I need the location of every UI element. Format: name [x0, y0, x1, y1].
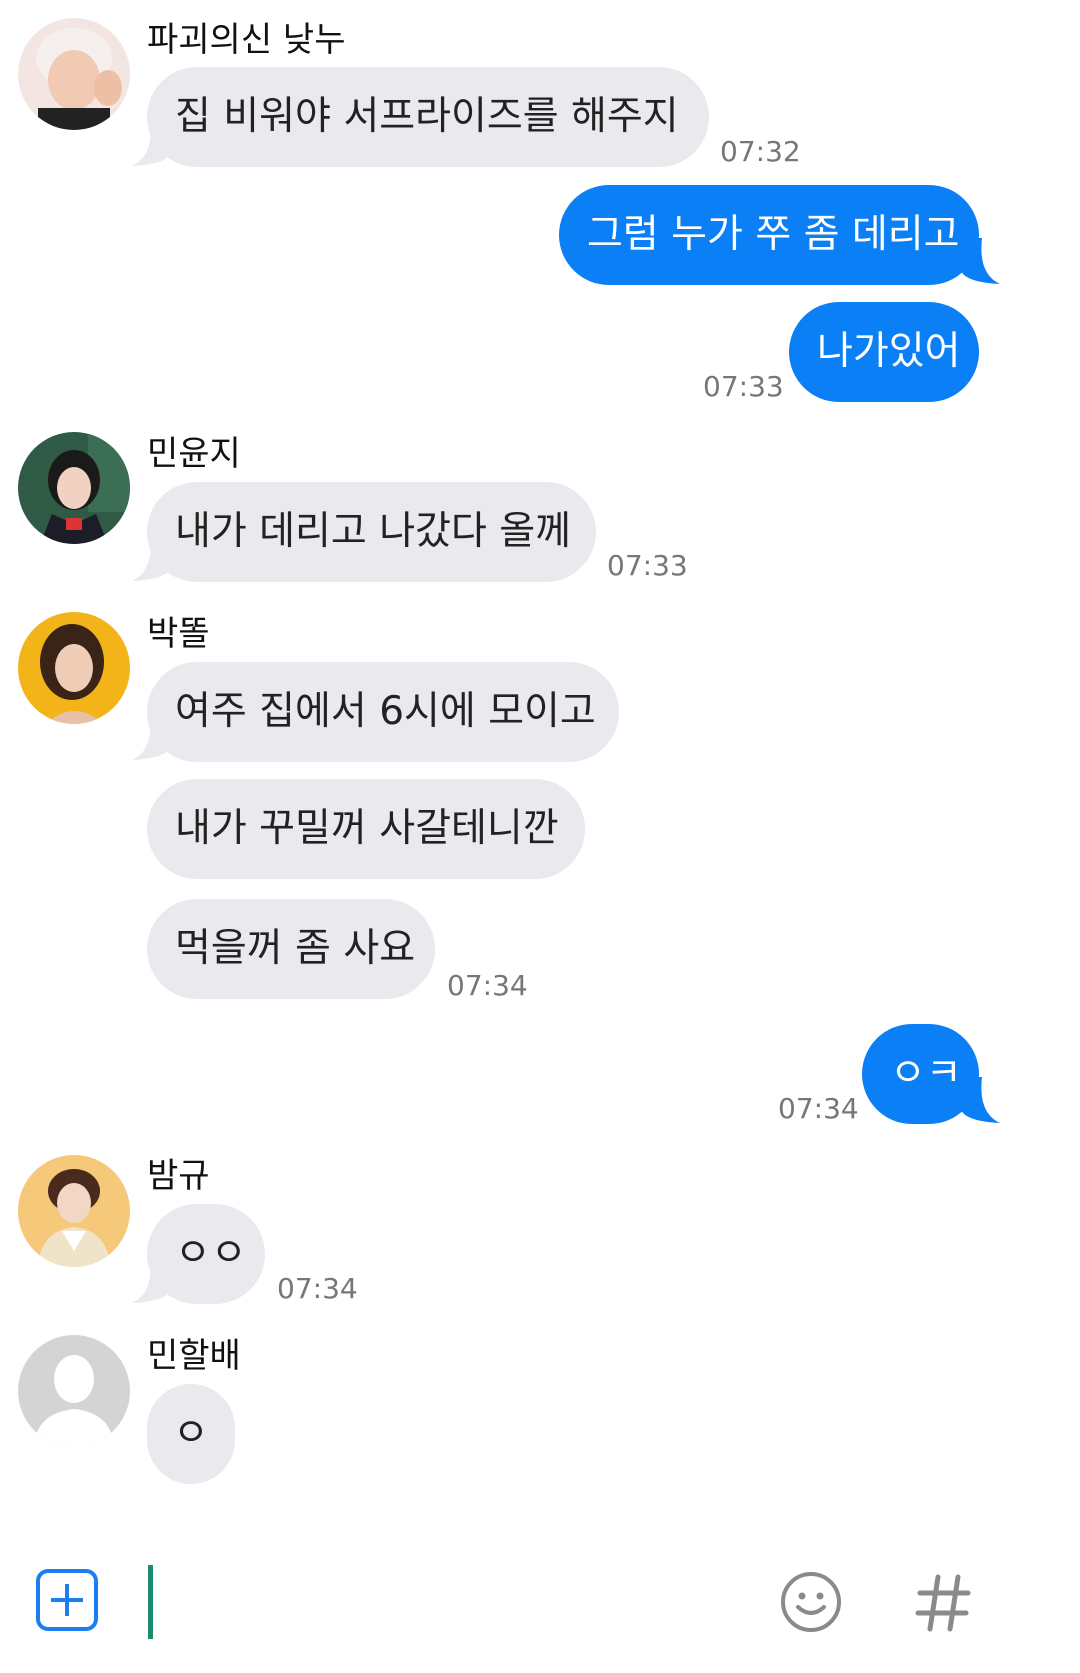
message-bubble[interactable]: 그럼 누가 쭈 좀 데리고 — [559, 185, 979, 285]
message-input[interactable] — [148, 1557, 868, 1653]
hashtag-icon — [915, 1574, 971, 1632]
message-time: 07:34 — [447, 969, 528, 1002]
avatar[interactable] — [18, 18, 130, 130]
message-bubble[interactable]: 집 비워야 서프라이즈를 해주지 — [147, 67, 709, 167]
avatar[interactable] — [18, 1155, 130, 1267]
avatar-default[interactable] — [18, 1335, 130, 1447]
message-time: 07:32 — [720, 135, 801, 168]
message-bubble[interactable]: 나가있어 — [789, 302, 979, 402]
avatar[interactable] — [18, 432, 130, 544]
sender-name: 민윤지 — [147, 434, 241, 474]
sender-name: 파괴의신 낮누 — [147, 20, 346, 60]
hashtag-button[interactable] — [912, 1571, 974, 1633]
message-time: 07:34 — [778, 1092, 859, 1125]
message-input-bar — [0, 1547, 1080, 1673]
emoji-button[interactable] — [780, 1571, 842, 1633]
sender-name: 박똘 — [147, 614, 210, 654]
smiley-icon — [781, 1572, 841, 1632]
add-button[interactable] — [36, 1569, 98, 1631]
message-time: 07:33 — [703, 370, 784, 403]
sender-name: 민할배 — [147, 1336, 241, 1376]
text-cursor — [148, 1565, 153, 1639]
message-bubble[interactable]: 내가 꾸밀꺼 사갈테니깐 — [147, 779, 585, 879]
sender-name: 밤규 — [147, 1156, 210, 1196]
message-bubble[interactable]: ㅇ — [147, 1384, 235, 1484]
message-bubble[interactable]: ㅇㅇ — [147, 1204, 265, 1304]
plus-square-icon — [36, 1569, 98, 1631]
chat-area: 파괴의신 낮누 집 비워야 서프라이즈를 해주지 07:32 그럼 누가 쭈 좀… — [0, 0, 1080, 1547]
message-bubble[interactable]: 먹을꺼 좀 사요 — [147, 899, 435, 999]
message-bubble[interactable]: 내가 데리고 나갔다 올께 — [147, 482, 596, 582]
message-bubble[interactable]: ㅇㅋ — [862, 1024, 979, 1124]
avatar[interactable] — [18, 612, 130, 724]
message-bubble[interactable]: 여주 집에서 6시에 모이고 — [147, 662, 619, 762]
message-time: 07:33 — [607, 549, 688, 582]
message-time: 07:34 — [277, 1272, 358, 1305]
